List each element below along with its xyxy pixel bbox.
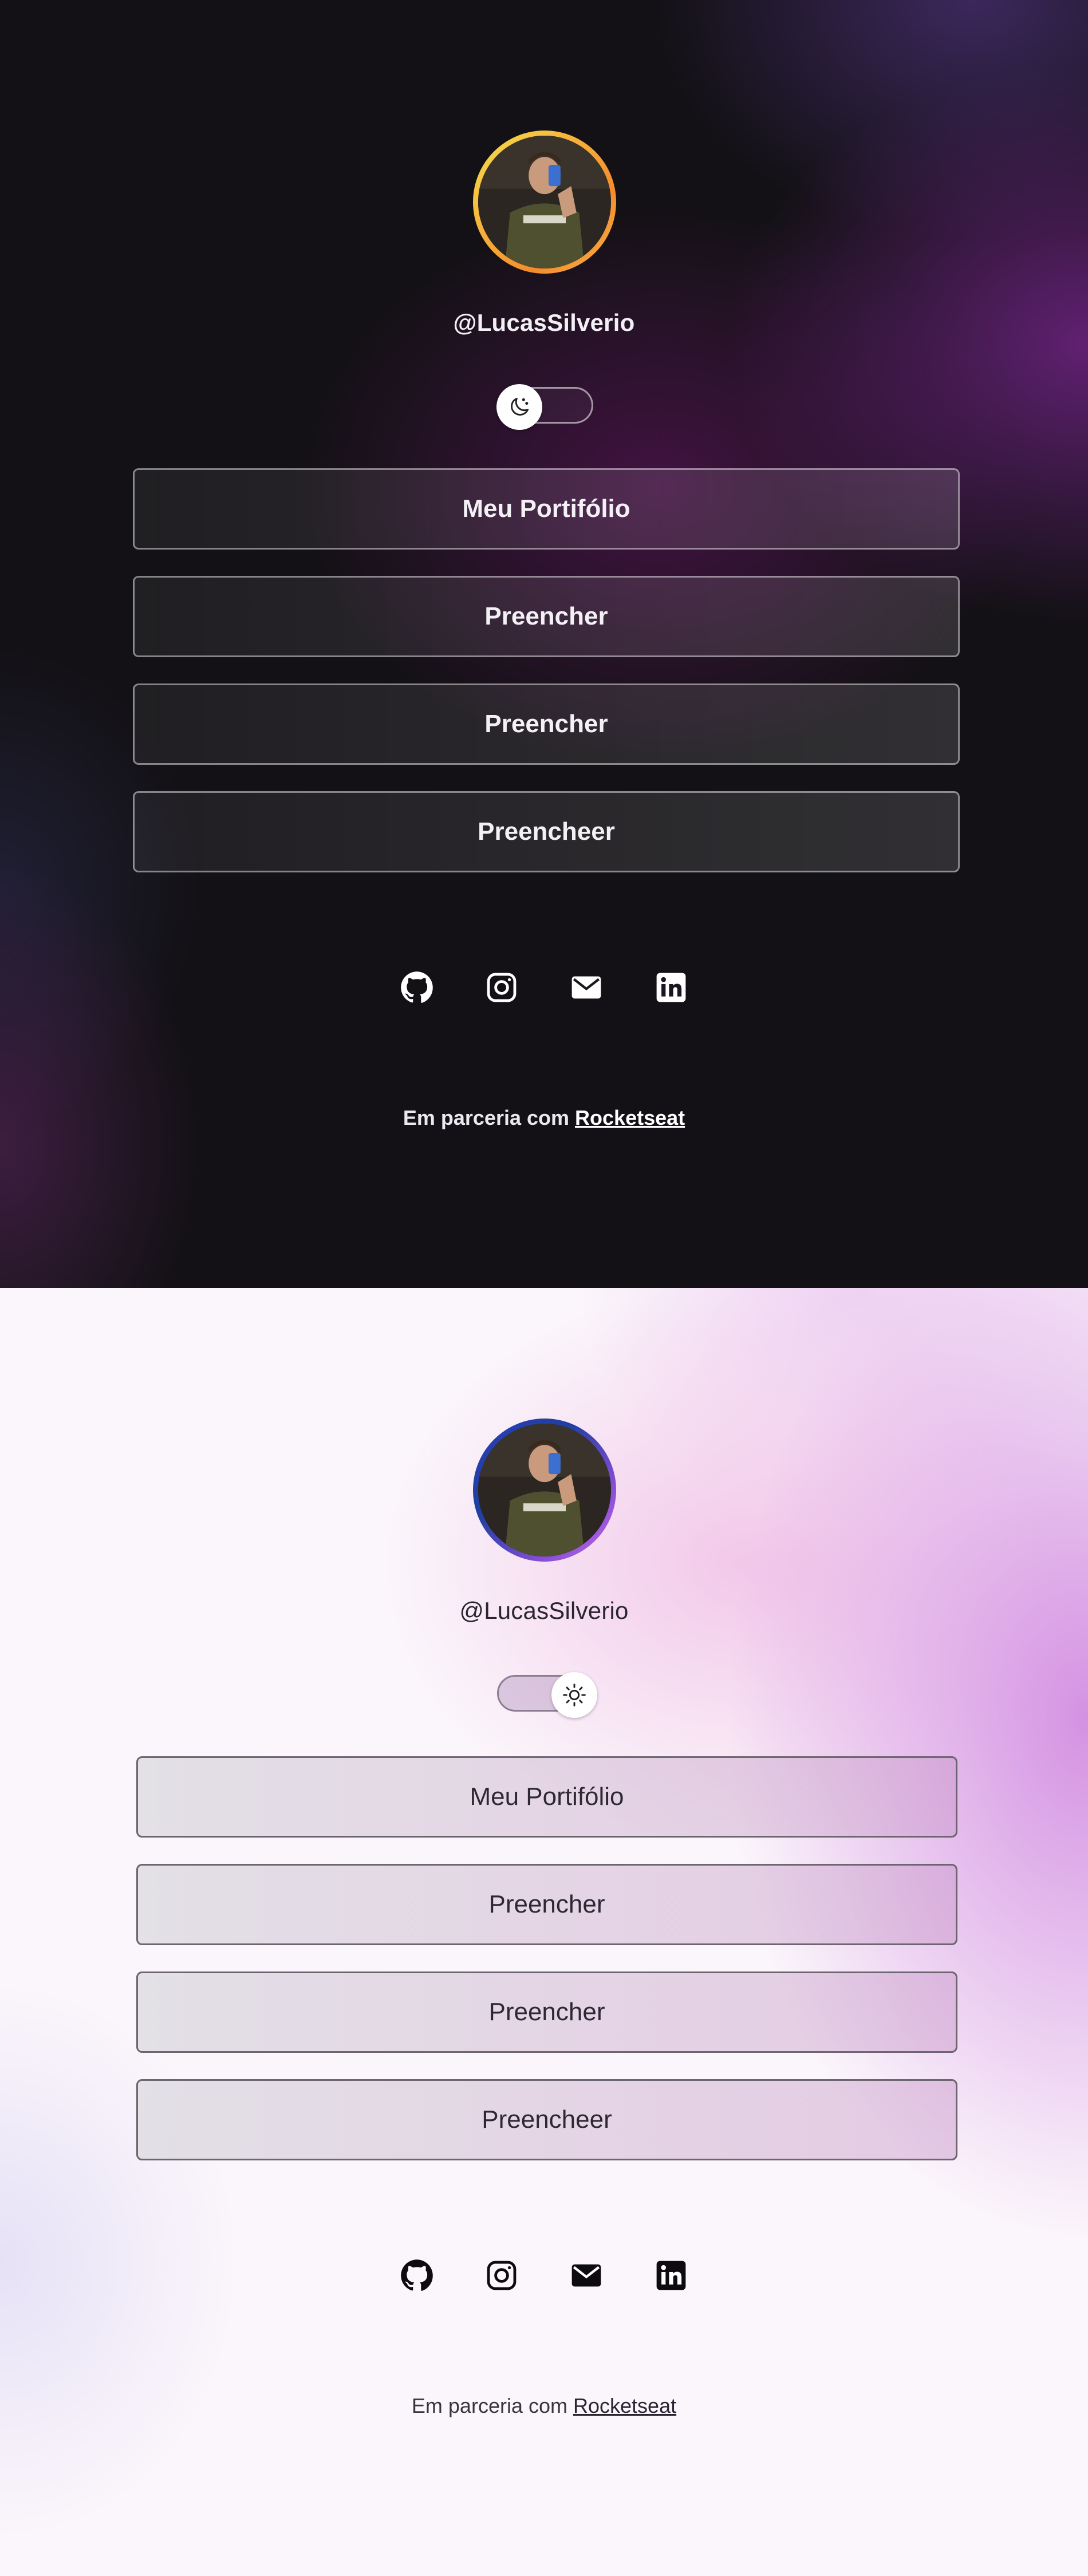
linkedin-icon (656, 973, 686, 1002)
linkedin-link[interactable] (655, 2259, 688, 2292)
toggle-knob[interactable] (496, 384, 542, 430)
theme-toggle[interactable] (497, 1672, 597, 1718)
link-button-4[interactable]: Preencheer (136, 2079, 957, 2160)
github-icon (401, 971, 433, 1003)
dark-theme-panel: @LucasSilverio Meu Portifólio Preencher … (0, 0, 1088, 1288)
link-button-2[interactable]: Preencher (133, 576, 960, 657)
social-links (0, 971, 1088, 1004)
moon-icon (511, 397, 529, 416)
link-button-2[interactable]: Preencher (136, 1864, 957, 1945)
link-button-4[interactable]: Preencheer (133, 791, 960, 872)
profile-avatar (473, 131, 616, 274)
link-list: Meu Portifólio Preencher Preencher Preen… (136, 1756, 957, 2187)
light-theme-panel: @LucasSilverio Meu Portifólio Preencher … (0, 1288, 1088, 2576)
footer-credit: Em parceria com Rocketseat (0, 2394, 1088, 2418)
social-links (0, 2259, 1088, 2292)
toggle-knob[interactable] (551, 1672, 597, 1718)
mail-icon (571, 976, 601, 999)
link-button-3[interactable]: Preencher (133, 683, 960, 765)
link-list: Meu Portifólio Preencher Preencher Preen… (133, 468, 960, 899)
mail-link[interactable] (570, 971, 603, 1004)
mail-icon (571, 2264, 601, 2287)
mail-link[interactable] (570, 2259, 603, 2292)
profile-photo (478, 1424, 611, 1556)
link-button-portfolio[interactable]: Meu Portifólio (133, 468, 960, 550)
github-icon (401, 2259, 433, 2291)
footer-prefix: Em parceria com (403, 1106, 570, 1129)
profile-photo (478, 136, 611, 268)
linkedin-icon (656, 2261, 686, 2290)
instagram-link[interactable] (485, 2259, 518, 2292)
profile-handle: @LucasSilverio (453, 309, 635, 336)
profile-avatar (473, 1419, 616, 1562)
footer-prefix: Em parceria com (411, 2394, 567, 2417)
link-button-portfolio[interactable]: Meu Portifólio (136, 1756, 957, 1838)
linkedin-link[interactable] (655, 971, 688, 1004)
theme-toggle[interactable] (496, 384, 593, 430)
instagram-icon (487, 973, 517, 1002)
profile-handle: @LucasSilverio (459, 1597, 629, 1624)
instagram-link[interactable] (485, 971, 518, 1004)
link-button-3[interactable]: Preencher (136, 1971, 957, 2053)
github-link[interactable] (400, 2259, 433, 2292)
footer-rocketseat-link[interactable]: Rocketseat (575, 1106, 685, 1129)
footer-credit: Em parceria com Rocketseat (0, 1106, 1088, 1130)
instagram-icon (487, 2261, 517, 2290)
footer-rocketseat-link[interactable]: Rocketseat (573, 2394, 676, 2417)
sun-icon (563, 1684, 586, 1706)
github-link[interactable] (400, 971, 433, 1004)
